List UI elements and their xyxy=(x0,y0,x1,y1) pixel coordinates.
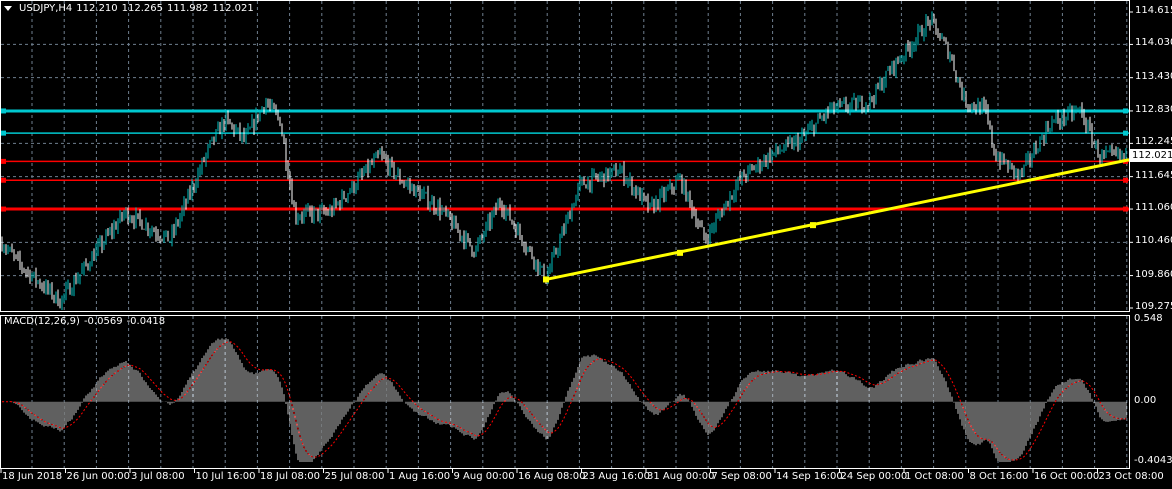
price-axis-label: 110.460 xyxy=(1135,235,1172,247)
macd-pane-border xyxy=(0,315,1130,469)
price-axis-label: 112.830 xyxy=(1135,103,1172,115)
price-axis-label: 114.615 xyxy=(1135,5,1172,16)
symbol-label: USDJPY,H4 xyxy=(19,3,73,14)
trendline-point xyxy=(810,222,816,229)
time-axis-label: 25 Jul 08:00 xyxy=(324,471,385,482)
macd-signal-value: -0.0418 xyxy=(126,316,166,327)
level-handle xyxy=(1,177,6,183)
macd-label: MACD(12,26,9) xyxy=(4,316,80,327)
open-value: 112.210 xyxy=(76,3,118,14)
price-axis-label: 111.645 xyxy=(1135,169,1172,181)
time-axis-label: 1 Oct 08:00 xyxy=(905,471,964,482)
level-handle xyxy=(1123,130,1128,136)
macd-axis-label: 0.548 xyxy=(1134,313,1163,324)
current-price-label: 112.021 xyxy=(1130,149,1172,162)
price-axis-label: 112.245 xyxy=(1135,136,1172,148)
price-axis-label: 114.030 xyxy=(1135,37,1172,49)
level-handle xyxy=(1123,177,1128,183)
time-axis-label: 23 Aug 16:00 xyxy=(582,471,650,482)
price-axis-label: 111.060 xyxy=(1135,202,1172,214)
time-axis-label: 16 Oct 00:00 xyxy=(1034,471,1100,482)
level-handle xyxy=(1123,206,1128,212)
macd-signal-line xyxy=(1,341,1127,461)
macd-axis-label: -0.4043 xyxy=(1134,455,1172,466)
time-axis-label: 9 Aug 00:00 xyxy=(453,471,515,482)
level-handle xyxy=(1,158,6,164)
time-axis-label: 24 Sep 00:00 xyxy=(840,471,908,482)
trendline-point xyxy=(543,276,549,283)
level-handle xyxy=(1123,108,1128,114)
macd-main-value: -0.0569 xyxy=(83,316,123,327)
price-pane-border xyxy=(0,0,1130,312)
time-axis-label: 26 Jun 00:00 xyxy=(66,471,131,482)
time-axis-label: 1 Aug 16:00 xyxy=(389,471,451,482)
price-axis-label: 109.275 xyxy=(1135,301,1172,312)
macd-header: MACD(12,26,9) -0.0569 -0.0418 xyxy=(4,316,165,327)
time-axis-label: 3 Jul 08:00 xyxy=(131,471,185,482)
level-handle xyxy=(1,130,6,136)
time-axis-label: 10 Jul 16:00 xyxy=(195,471,256,482)
time-axis-label: 23 Oct 08:00 xyxy=(1098,471,1164,482)
time-axis-label: 18 Jun 2018 xyxy=(2,471,63,482)
low-value: 111.982 xyxy=(167,3,209,14)
time-axis-label: 16 Aug 08:00 xyxy=(518,471,586,482)
time-axis-label: 14 Sep 16:00 xyxy=(776,471,843,482)
level-handle xyxy=(1,206,6,212)
time-axis-label: 31 Aug 00:00 xyxy=(647,471,715,482)
macd-axis-label: 0.00 xyxy=(1134,394,1157,406)
price-axis-label: 109.860 xyxy=(1135,268,1172,280)
high-value: 112.265 xyxy=(121,3,164,14)
trendline-point xyxy=(677,249,683,256)
price-chart[interactable] xyxy=(0,0,1172,489)
price-axis-label: 113.430 xyxy=(1135,70,1172,82)
time-axis-label: 7 Sep 08:00 xyxy=(711,471,772,482)
close-value: 112.021 xyxy=(212,3,254,14)
chart-header: USDJPY,H4 112.210 112.265 111.982 112.02… xyxy=(4,3,254,14)
dropdown-triangle-icon[interactable] xyxy=(4,6,12,11)
level-handle xyxy=(1,108,6,114)
time-axis-label: 18 Jul 08:00 xyxy=(260,471,320,482)
time-axis-label: 8 Oct 16:00 xyxy=(969,471,1029,482)
